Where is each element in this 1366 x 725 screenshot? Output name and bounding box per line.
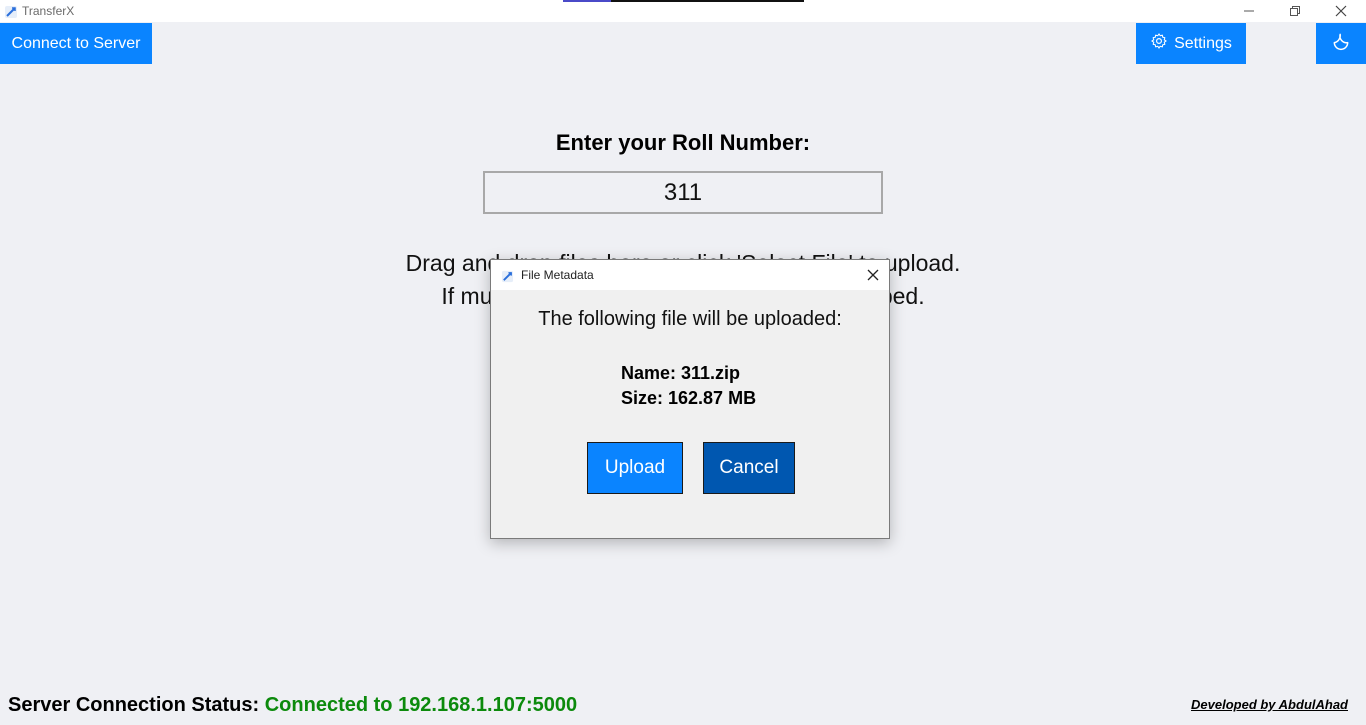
connect-button-label: Connect to Server [11,34,141,52]
app-logo-icon [4,4,18,18]
restore-icon[interactable] [1272,0,1318,22]
connect-to-server-button[interactable]: Connect to Server [0,23,152,64]
status-value: Connected to 192.168.1.107:5000 [264,694,578,716]
upload-button-label: Upload [604,457,666,478]
dialog-title: File Metadata [521,268,594,282]
cancel-button[interactable]: Cancel [703,442,795,494]
window-titlebar: TransferX [0,0,1366,22]
dialog-titlebar: File Metadata [491,260,889,290]
theme-toggle-button[interactable] [1316,23,1366,64]
dialog-close-icon[interactable] [863,265,883,285]
dialog-message: The following file will be uploaded: [538,308,842,330]
gear-icon [1150,32,1168,55]
file-metadata-dialog: File Metadata The following file will be… [490,259,890,539]
window-title: TransferX [22,4,75,18]
settings-button[interactable]: Settings [1136,23,1246,64]
close-icon[interactable] [1318,0,1364,22]
server-status: Server Connection Status: Connected to 1… [8,694,577,717]
file-info: Name: 311.zip Size: 162.87 MB [621,361,756,411]
moon-icon [1331,31,1351,56]
minimize-icon[interactable] [1226,0,1272,22]
developer-credit: Developed by AbdulAhad [1191,697,1348,712]
file-name: Name: 311.zip [621,363,741,383]
upload-button[interactable]: Upload [587,442,683,494]
app-logo-icon [501,268,514,283]
status-label: Server Connection Status: [8,694,260,716]
roll-number-input[interactable] [483,171,883,214]
settings-button-label: Settings [1174,34,1232,52]
cancel-button-label: Cancel [719,457,779,478]
file-size: Size: 162.87 MB [621,388,757,408]
top-accent-bar [563,0,804,2]
roll-number-label: Enter your Roll Number: [555,130,811,155]
